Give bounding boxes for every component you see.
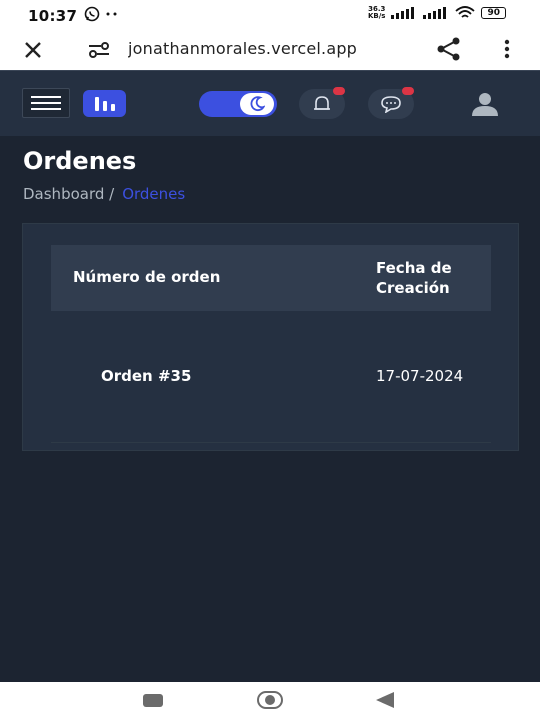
battery-indicator: 90	[481, 7, 506, 19]
message-dot	[402, 87, 414, 95]
app-logo-icon	[94, 96, 115, 111]
app-header	[0, 70, 540, 136]
browser-toolbar: jonathanmorales.vercel.app	[0, 30, 540, 70]
breadcrumb-current: Ordenes	[122, 185, 186, 203]
table-row-date: 17-07-2024	[376, 367, 464, 385]
column-header-order-number: Número de orden	[73, 268, 221, 286]
back-button[interactable]	[376, 692, 394, 708]
signal-icon-2	[423, 7, 447, 19]
table-row-order: Orden #35	[101, 367, 192, 385]
wifi-icon	[455, 6, 476, 18]
notification-dot	[333, 87, 345, 95]
notifications-button[interactable]	[299, 87, 345, 119]
dark-mode-toggle[interactable]	[199, 91, 277, 117]
share-icon[interactable]	[436, 37, 462, 61]
hamburger-icon	[31, 96, 61, 110]
bell-icon	[314, 96, 330, 110]
net-speed: 36.3 KB/s	[367, 5, 386, 20]
more-dots-icon	[106, 12, 117, 16]
chat-icon	[381, 96, 401, 113]
breadcrumb-dashboard-link[interactable]: Dashboard /	[23, 185, 114, 203]
recents-button[interactable]	[143, 694, 163, 707]
user-avatar-icon	[472, 93, 498, 116]
user-avatar[interactable]	[468, 89, 502, 119]
url-field[interactable]: jonathanmorales.vercel.app	[128, 39, 408, 58]
hamburger-menu-button[interactable]	[22, 88, 70, 118]
status-bar: 10:37 36.3 KB/s 90	[0, 0, 540, 30]
moon-icon	[250, 96, 265, 112]
signal-icon	[391, 7, 415, 19]
status-time: 10:37	[28, 7, 78, 25]
whatsapp-icon	[84, 6, 100, 22]
site-settings-icon[interactable]	[88, 40, 110, 60]
row-divider	[51, 442, 491, 443]
messages-button[interactable]	[368, 87, 414, 119]
app-logo[interactable]	[83, 90, 126, 117]
page-title: Ordenes	[23, 147, 137, 175]
more-vert-icon[interactable]	[503, 39, 511, 59]
breadcrumb: Dashboard / Ordenes	[23, 185, 185, 203]
system-nav-bar	[0, 682, 540, 720]
home-button[interactable]	[257, 691, 283, 709]
column-header-created-date: Fecha de Creación	[376, 259, 452, 297]
orders-table-card: Número de orden Fecha de Creación Orden …	[22, 223, 519, 451]
close-icon[interactable]	[23, 40, 43, 60]
table-header: Número de orden Fecha de Creación	[51, 245, 491, 311]
